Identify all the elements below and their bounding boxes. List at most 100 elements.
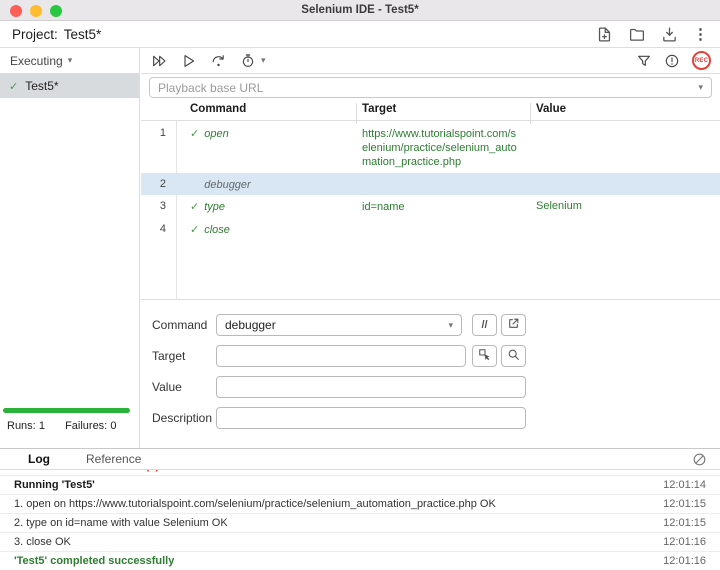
tab-reference[interactable]: Reference bbox=[86, 452, 141, 466]
command-table-body: 1 ✓open https://www.tutorialspoint.com/s… bbox=[141, 122, 720, 240]
row-number: 3 bbox=[141, 195, 176, 218]
tests-view-label: Executing bbox=[10, 54, 63, 68]
clear-circle-slash-icon bbox=[692, 452, 707, 467]
open-project-button[interactable] bbox=[628, 26, 646, 43]
row-command-text: close bbox=[204, 224, 230, 236]
tab-log[interactable]: Log bbox=[28, 452, 50, 466]
tests-sidebar: Executing ▾ ✓ Test5* Runs: 1 Failures: 0 bbox=[0, 48, 140, 448]
record-button[interactable]: REC bbox=[692, 51, 711, 70]
row-number: 1 bbox=[141, 122, 176, 173]
log-entry-text: 'Test5' completed successfully bbox=[14, 555, 174, 567]
row-target: https://www.tutorialspoint.com/selenium/… bbox=[356, 122, 530, 173]
header-target: Target bbox=[362, 103, 396, 115]
header-command: Command bbox=[190, 103, 246, 115]
test-list: ✓ Test5* bbox=[0, 74, 139, 98]
command-select[interactable]: debugger ▾ bbox=[216, 314, 462, 336]
row-value bbox=[530, 122, 720, 173]
playback-toolbar: ▾ REC bbox=[141, 48, 720, 74]
step-over-icon bbox=[210, 53, 227, 69]
log-entry-text: 2. type on id=name with value Selenium O… bbox=[14, 517, 228, 529]
command-table-header: Command Target Value bbox=[141, 100, 720, 121]
column-divider bbox=[530, 103, 531, 124]
row-value bbox=[530, 173, 720, 195]
play-all-icon bbox=[150, 53, 168, 69]
row-number: 2 bbox=[141, 173, 176, 195]
log-entry: 'Test5' completed successfully 12:01:16 bbox=[0, 552, 720, 570]
step-over-button[interactable] bbox=[210, 53, 227, 69]
failures-count: 0 bbox=[110, 420, 116, 432]
save-project-button[interactable] bbox=[661, 26, 678, 43]
run-progress-bar bbox=[3, 408, 130, 413]
open-reference-button[interactable] bbox=[501, 314, 526, 336]
project-label: Project: bbox=[12, 27, 58, 42]
play-icon bbox=[181, 53, 197, 69]
tests-view-dropdown[interactable]: Executing ▾ bbox=[0, 48, 139, 74]
playback-base-url-input[interactable] bbox=[158, 81, 693, 95]
row-command: ✓debugger bbox=[176, 173, 356, 195]
stopwatch-icon bbox=[240, 53, 256, 69]
table-row[interactable]: 3 ✓ type id=name Selenium bbox=[141, 195, 720, 218]
value-input[interactable] bbox=[216, 376, 526, 398]
row-command: ✓open bbox=[176, 122, 356, 173]
header-value: Value bbox=[536, 103, 566, 115]
check-icon: ✓ bbox=[190, 201, 199, 213]
row-target bbox=[356, 218, 530, 240]
row-command-text: debugger bbox=[204, 179, 251, 191]
clear-log-button[interactable] bbox=[692, 452, 707, 467]
run-current-test-button[interactable] bbox=[181, 53, 197, 69]
row-command-text: type bbox=[204, 201, 225, 213]
log-entry-text: 3. close OK bbox=[14, 536, 71, 548]
save-icon bbox=[661, 26, 678, 43]
project-actions: ⋮ bbox=[596, 26, 708, 43]
exclamation-circle-icon bbox=[664, 53, 680, 69]
chevron-down-icon: ▾ bbox=[448, 320, 453, 331]
description-field-label: Description bbox=[152, 411, 212, 425]
description-input[interactable] bbox=[216, 407, 526, 429]
more-options-button[interactable]: ⋮ bbox=[693, 27, 708, 42]
select-target-button[interactable] bbox=[472, 345, 497, 367]
target-cursor-icon bbox=[478, 348, 492, 365]
log-entry-time: 12:01:15 bbox=[653, 498, 706, 510]
chevron-down-icon[interactable]: ▾ bbox=[698, 82, 703, 93]
row-value: Selenium bbox=[530, 195, 720, 218]
project-bar: Project: Test5* ⋮ bbox=[0, 22, 720, 47]
find-target-button[interactable] bbox=[501, 345, 526, 367]
sidebar-test-item[interactable]: ✓ Test5* bbox=[0, 74, 139, 98]
table-row[interactable]: 4 ✓ close bbox=[141, 218, 720, 240]
log-panel: 'Test5' ended with 1 error(s) 11:57:42 R… bbox=[0, 470, 720, 570]
table-row[interactable]: 1 ✓open https://www.tutorialspoint.com/s… bbox=[141, 122, 720, 173]
new-project-button[interactable] bbox=[596, 26, 613, 43]
run-all-tests-button[interactable] bbox=[150, 53, 168, 69]
row-number: 4 bbox=[141, 218, 176, 240]
log-entry-time: 11:57:42 bbox=[654, 470, 706, 472]
bottom-tab-bar: Log Reference bbox=[0, 448, 720, 470]
row-target bbox=[356, 173, 530, 195]
log-entry: 1. open on https://www.tutorialspoint.co… bbox=[0, 495, 720, 514]
disable-breakpoints-button[interactable] bbox=[636, 53, 652, 69]
log-entry-text: 1. open on https://www.tutorialspoint.co… bbox=[14, 498, 496, 510]
pause-on-exceptions-button[interactable] bbox=[664, 53, 680, 69]
table-row[interactable]: 2 ✓debugger bbox=[141, 173, 720, 195]
minimize-window-button[interactable] bbox=[30, 5, 42, 17]
failures-label: Failures: bbox=[65, 420, 107, 432]
log-entry: Running 'Test5' 12:01:14 bbox=[0, 476, 720, 495]
row-target: id=name bbox=[356, 195, 530, 218]
close-window-button[interactable] bbox=[10, 5, 22, 17]
window-title: Selenium IDE - Test5* bbox=[301, 4, 418, 16]
target-input[interactable] bbox=[216, 345, 466, 367]
row-command: ✓ type bbox=[176, 195, 356, 218]
toggle-comment-button[interactable]: // bbox=[472, 314, 497, 336]
kebab-menu-icon: ⋮ bbox=[693, 27, 708, 42]
log-entry-time: 12:01:15 bbox=[653, 517, 706, 529]
test-speed-button[interactable]: ▾ bbox=[240, 53, 266, 69]
log-entry-time: 12:01:16 bbox=[653, 536, 706, 548]
selenium-ide-window: Selenium IDE - Test5* Project: Test5* bbox=[0, 0, 720, 570]
check-icon: ✓ bbox=[190, 224, 199, 236]
zoom-window-button[interactable] bbox=[50, 5, 62, 17]
check-icon: ✓ bbox=[9, 80, 18, 93]
log-entry: 3. close OK 12:01:16 bbox=[0, 533, 720, 552]
log-entry-text: 'Test5' ended with 1 error(s) bbox=[14, 470, 159, 472]
row-command-text: open bbox=[204, 128, 228, 140]
command-select-value: debugger bbox=[225, 318, 276, 332]
runs-failures-status: Runs: 1 Failures: 0 bbox=[7, 420, 116, 432]
